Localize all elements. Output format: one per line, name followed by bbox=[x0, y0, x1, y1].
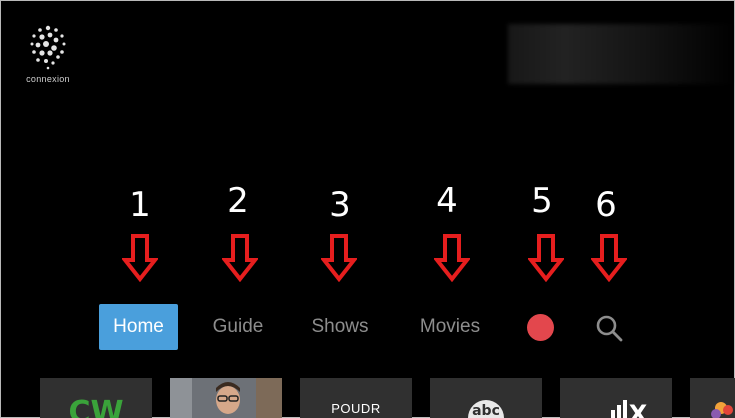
annotation-arrow-down-icon bbox=[591, 234, 627, 282]
annotation-arrow-down-icon bbox=[528, 234, 564, 282]
svg-text:CW: CW bbox=[68, 395, 123, 418]
channel-tile-ion[interactable]: X bbox=[560, 378, 672, 418]
channel-tile-label: POUDR bbox=[331, 401, 381, 416]
search-icon[interactable] bbox=[594, 313, 624, 343]
annotation-number-1: 1 bbox=[129, 185, 151, 225]
annotation-number-5: 5 bbox=[531, 181, 553, 221]
connexion-logo-dots-icon bbox=[30, 25, 66, 70]
abc-logo-icon: abc bbox=[468, 400, 504, 418]
annotation-arrow-down-icon bbox=[222, 234, 258, 282]
blurred-promo-banner bbox=[508, 24, 735, 84]
nav-movies-button[interactable]: Movies bbox=[420, 316, 480, 338]
nav-guide-button[interactable]: Guide bbox=[213, 316, 264, 338]
cw-logo-icon: CW bbox=[68, 395, 123, 418]
record-dot-icon[interactable] bbox=[527, 314, 554, 341]
channel-tile-thumbnail[interactable] bbox=[170, 378, 282, 418]
connexion-logo: connexion bbox=[20, 22, 76, 84]
svg-text:abc: abc bbox=[472, 403, 500, 418]
nav-home-label: Home bbox=[113, 316, 164, 337]
svg-text:X: X bbox=[629, 400, 648, 418]
annotation-arrow-down-icon bbox=[321, 234, 357, 282]
ion-logo-icon: X bbox=[611, 400, 648, 418]
annotation-number-2: 2 bbox=[227, 181, 249, 221]
channel-tile-cw[interactable]: CW bbox=[40, 378, 152, 418]
person-in-office-thumbnail bbox=[170, 378, 282, 418]
channel-tile-poudr[interactable]: POUDR bbox=[300, 378, 412, 418]
nav-shows-button[interactable]: Shows bbox=[311, 316, 368, 338]
nbc-peacock-logo-icon bbox=[711, 402, 733, 418]
annotation-arrow-down-icon bbox=[122, 234, 158, 282]
nav-home-button[interactable]: Home bbox=[99, 304, 178, 350]
annotation-arrow-down-icon bbox=[434, 234, 470, 282]
brand-caption: connexion bbox=[26, 74, 70, 84]
annotation-number-6: 6 bbox=[595, 185, 617, 225]
channel-tile-abc[interactable]: abc bbox=[430, 378, 542, 418]
annotation-number-4: 4 bbox=[436, 181, 458, 221]
annotation-number-3: 3 bbox=[329, 185, 351, 225]
channel-tile-nbc[interactable] bbox=[690, 378, 735, 418]
